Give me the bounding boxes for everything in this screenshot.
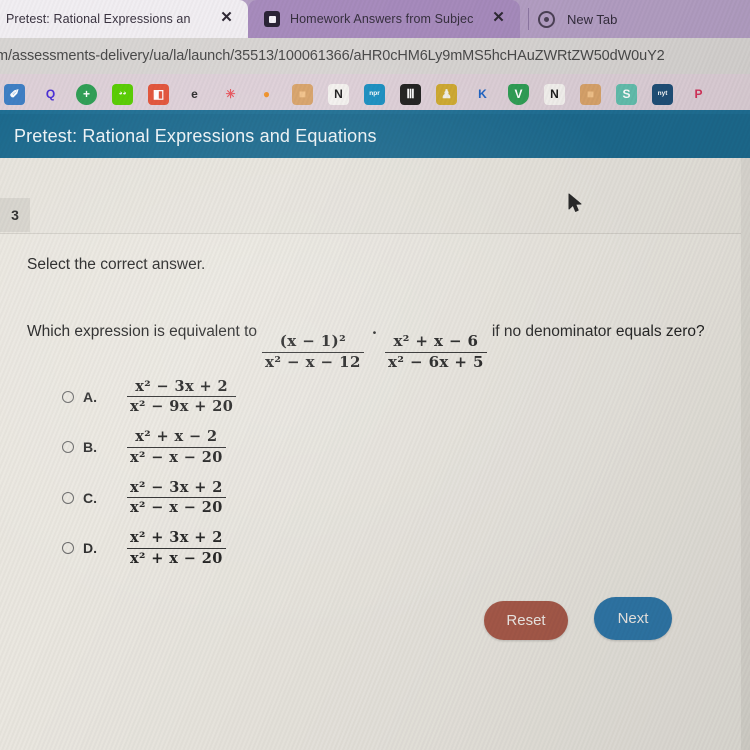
fraction-denominator: x² − x − 20 xyxy=(127,497,226,515)
answer-choice-a[interactable]: A. x² − 3x + 2 x² − 9x + 20 xyxy=(62,379,241,414)
browser-tab-title: Pretest: Rational Expressions an xyxy=(6,12,191,26)
multiplication-operator: · xyxy=(371,324,378,342)
browser-tab-pretest[interactable]: Pretest: Rational Expressions an ✕ xyxy=(0,0,248,38)
answer-choice-letter: A. xyxy=(83,388,97,405)
question-lead-text: Which expression is equivalent to xyxy=(27,323,258,340)
question-fraction-2: x² + x − 6 x² − 6x + 5 xyxy=(385,332,487,371)
bookmark-pinterest[interactable]: P xyxy=(688,83,709,105)
page-right-strip xyxy=(741,158,750,750)
answer-choice-c[interactable]: C. x² − 3x + 2 x² − x − 20 xyxy=(62,480,241,515)
bookmark-photo[interactable]: ■ xyxy=(292,83,313,105)
screenshot-root: Pretest: Rational Expressions an ✕ Homew… xyxy=(0,0,750,750)
browser-tab-title: Homework Answers from Subjec xyxy=(290,12,474,26)
fraction-denominator: x² + x − 20 xyxy=(127,547,226,566)
fraction-denominator: x² − 9x + 20 xyxy=(127,396,237,414)
bookmark-sheets[interactable]: S xyxy=(616,83,637,105)
question-stem: Which expression is equivalent to (x − 1… xyxy=(27,322,705,370)
answer-choice-letter: D. xyxy=(83,540,97,557)
bookmark-nyt[interactable]: nyt xyxy=(652,83,673,105)
bookmark-quizlet[interactable]: Q xyxy=(40,83,61,105)
bookmark-docs[interactable]: ✐ xyxy=(4,83,25,105)
question-trail-text: if no denominator equals zero? xyxy=(491,323,705,340)
bookmark-person[interactable]: ♟ xyxy=(436,83,457,105)
address-bar[interactable]: m/assessments-delivery/ua/la/launch/3551… xyxy=(0,38,750,74)
bookmark-duolingo[interactable]: ◕◕ xyxy=(112,83,133,105)
bookmark-npr[interactable]: npr xyxy=(364,83,385,105)
answer-choice-letter: C. xyxy=(83,489,97,506)
bookmark-asterisk[interactable]: ✳ xyxy=(220,83,241,105)
chrome-icon xyxy=(538,10,555,28)
radio-button[interactable] xyxy=(62,542,74,555)
fraction-numerator: x² + x − 6 xyxy=(393,332,479,350)
fraction-numerator: x² + x − 2 xyxy=(135,428,218,446)
bookmarks-bar: ✐ Q + ◕◕ ◧ e ✳ ● ■ Nnpr Ⅲ ♟ K V N ■ Snyt P xyxy=(0,74,750,114)
question-content: Select the correct answer. Which express… xyxy=(0,234,741,750)
next-button[interactable]: Next xyxy=(594,597,672,640)
bookmark-photo-2[interactable]: ■ xyxy=(580,83,601,105)
answer-fraction: x² + x − 2 x² − x − 20 xyxy=(127,428,226,465)
answer-choice-d[interactable]: D. x² + 3x + 2 x² + x − 20 xyxy=(62,529,241,566)
radio-button[interactable] xyxy=(62,441,74,454)
bookmark-notion-2[interactable]: N xyxy=(544,83,565,105)
fraction-denominator: x² − x − 20 xyxy=(127,446,226,465)
answer-choice-letter: B. xyxy=(83,439,97,456)
reset-button[interactable]: Reset xyxy=(484,601,568,640)
answer-fraction: x² + 3x + 2 x² + x − 20 xyxy=(127,529,226,566)
mouse-cursor-icon xyxy=(568,193,582,212)
answer-choice-list: A. x² − 3x + 2 x² − 9x + 20 B. x² + x − 2 x² … xyxy=(62,379,241,581)
tab-divider xyxy=(528,8,529,30)
bookmark-vpnshield[interactable]: V xyxy=(508,83,529,105)
answer-fraction: x² − 3x + 2 x² − x − 20 xyxy=(127,480,226,515)
close-icon[interactable]: ✕ xyxy=(219,10,234,26)
fraction-numerator: x² + 3x + 2 xyxy=(130,529,223,547)
close-icon[interactable]: ✕ xyxy=(491,10,506,26)
fraction-numerator: (x − 1)² xyxy=(279,332,347,350)
bookmark-office[interactable]: ◧ xyxy=(148,83,169,105)
browser-tab-new[interactable]: New Tab xyxy=(538,0,617,38)
fraction-numerator: x² − 3x + 2 xyxy=(130,478,223,496)
instruction-text: Select the correct answer. xyxy=(27,256,206,273)
radio-button[interactable] xyxy=(62,390,74,403)
url-text: m/assessments-delivery/ua/la/launch/3551… xyxy=(0,48,665,64)
bookmark-kaplan[interactable]: K xyxy=(472,83,493,105)
radio-button[interactable] xyxy=(62,491,74,504)
question-number-badge: 3 xyxy=(0,198,30,232)
new-tab-label: New Tab xyxy=(567,11,618,27)
assessment-header: Pretest: Rational Expressions and Equati… xyxy=(0,114,750,158)
bookmark-addplus[interactable]: + xyxy=(76,83,97,105)
answer-choice-b[interactable]: B. x² + x − 2 x² − x − 20 xyxy=(62,428,241,465)
browser-tab-homework[interactable]: Homework Answers from Subjec ✕ xyxy=(248,0,520,38)
bookmark-balloon[interactable]: ● xyxy=(256,83,277,105)
page-title: Pretest: Rational Expressions and Equati… xyxy=(14,125,377,146)
fraction-denominator: x² − x − 12 xyxy=(262,351,364,371)
browser-tab-strip: Pretest: Rational Expressions an ✕ Homew… xyxy=(0,0,750,38)
bookmark-columns[interactable]: Ⅲ xyxy=(400,83,421,105)
bookmark-edge[interactable]: e xyxy=(184,83,205,105)
fraction-numerator: x² − 3x + 2 xyxy=(135,378,228,395)
question-fraction-1: (x − 1)² x² − x − 12 xyxy=(262,332,364,371)
answer-fraction: x² − 3x + 2 x² − 9x + 20 xyxy=(127,378,237,414)
bookmark-notion[interactable]: N xyxy=(328,83,349,105)
fraction-denominator: x² − 6x + 5 xyxy=(385,351,487,371)
brainly-icon xyxy=(264,11,280,27)
